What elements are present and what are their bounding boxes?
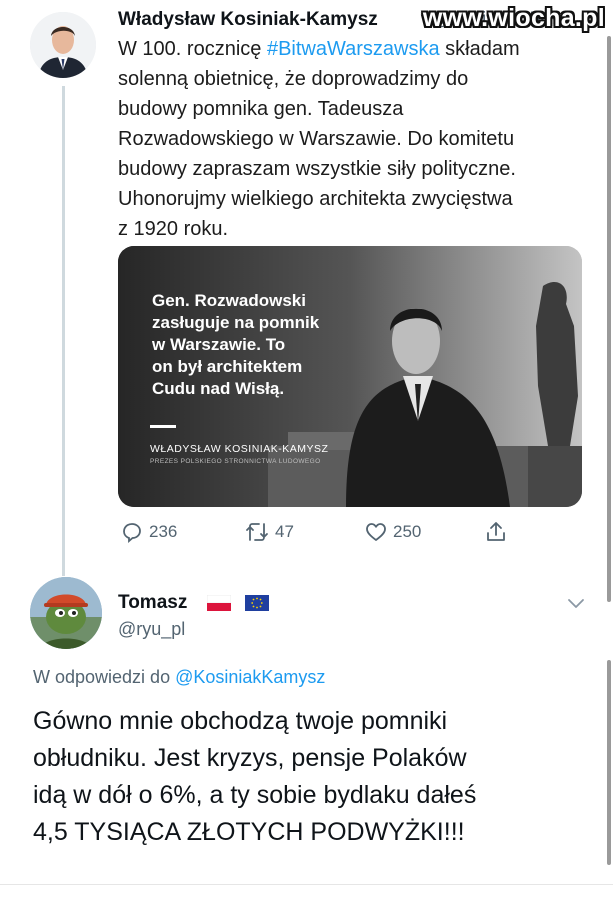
tweet-text-line: z 1920 roku.: [118, 218, 229, 240]
tweet-media-image[interactable]: Gen. Rozwadowski zasługuje na pomnik w W…: [118, 246, 582, 507]
media-quote-role: PREZES POLSKIEGO STRONNICTWA LUDOWEGO: [150, 458, 321, 465]
thread-line: [62, 86, 65, 576]
tweet-text-line: Uhonorujmy wielkiego architekta zwycięst…: [118, 188, 513, 210]
tweet-text-line: Rozwadowskiego w Warszawie. Do komitetu: [118, 128, 515, 150]
reply-author-name[interactable]: Tomasz: [118, 592, 187, 614]
hashtag-link[interactable]: #BitwaWarszawska: [267, 38, 440, 60]
reply-button[interactable]: 236: [120, 518, 177, 546]
reply-text-line: Gówno mnie obchodzą twoje pomniki: [33, 707, 448, 735]
reply-count: 236: [149, 522, 178, 541]
poland-flag-icon: [207, 595, 231, 611]
like-count: 250: [393, 522, 422, 541]
quote-divider: [150, 425, 176, 428]
retweet-button[interactable]: 47: [244, 518, 294, 546]
retweet-icon: [246, 523, 268, 541]
replying-to-mention[interactable]: @KosiniakKamysz: [175, 667, 325, 687]
reply-author-avatar[interactable]: [30, 577, 102, 649]
watermark: www.wiocha.pl: [422, 4, 605, 32]
eu-flag-icon: [245, 595, 269, 611]
tweet-text-line: W 100. rocznicę #BitwaWarszawska składam: [118, 38, 520, 60]
tweet-text: W 100. rocznicę #BitwaWarszawska składam…: [118, 34, 588, 244]
share-button[interactable]: [484, 518, 508, 546]
reply-text-line: 4,5 TYSIĄCA ZŁOTYCH PODWYŻKI!!!: [33, 818, 465, 846]
reply-text-line: idą w dół o 6%, a ty sobie bydlaku dałeś: [33, 781, 477, 809]
chevron-down-icon[interactable]: [566, 596, 586, 610]
author-avatar[interactable]: [30, 12, 96, 78]
reply-author-handle[interactable]: @ryu_pl: [118, 619, 185, 640]
reply-text: Gówno mnie obchodzą twoje pomniki obłudn…: [33, 703, 608, 851]
scrollbar[interactable]: [607, 36, 611, 602]
tweet-author-name[interactable]: Władysław Kosiniak-Kamysz: [118, 9, 378, 31]
reply-icon: [123, 523, 141, 543]
divider: [0, 884, 613, 885]
retweet-count: 47: [275, 522, 294, 541]
tweet-text-line: budowy zapraszam wszystkie siły politycz…: [118, 158, 516, 180]
media-quote-author: WŁADYSŁAW KOSINIAK-KAMYSZ: [150, 443, 329, 455]
scrollbar-lower[interactable]: [607, 660, 611, 865]
like-icon: [366, 523, 386, 541]
media-quote: Gen. Rozwadowski zasługuje na pomnik w W…: [152, 291, 320, 398]
like-button[interactable]: 250: [364, 518, 421, 546]
tweet-text-line: budowy pomnika gen. Tadeusza: [118, 98, 404, 120]
tweet-text-line: solenną obietnicę, że doprowadzimy do: [118, 68, 469, 90]
share-icon: [487, 522, 505, 541]
reply-text-line: obłudniku. Jest kryzys, pensje Polaków: [33, 744, 467, 772]
replying-to: W odpowiedzi do @KosiniakKamysz: [33, 667, 326, 687]
